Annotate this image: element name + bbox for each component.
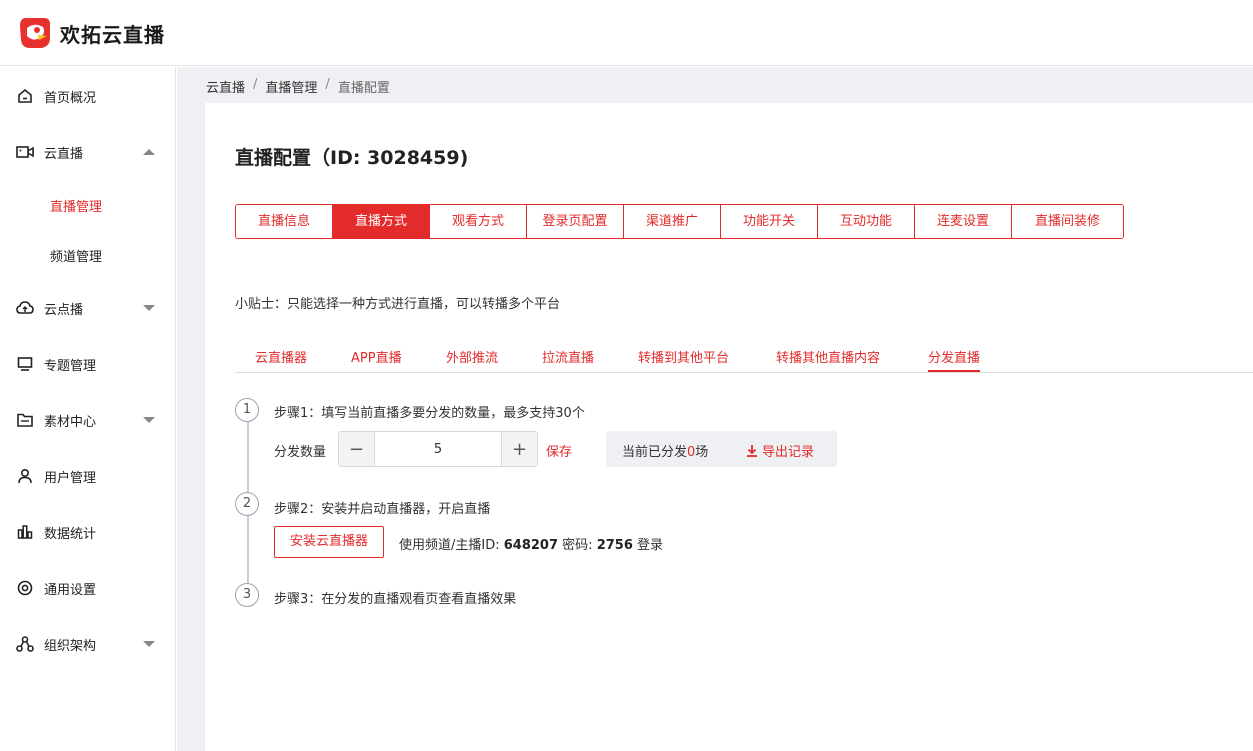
sidebar-item-cloud-live[interactable]: 云直播 — [0, 132, 176, 172]
cloud-upload-icon — [16, 299, 34, 317]
quantity-stepper: − + — [338, 431, 538, 467]
step-number: 1 — [235, 398, 259, 422]
subtab-app-live[interactable]: APP直播 — [351, 347, 402, 366]
sidebar-item-settings[interactable]: 通用设置 — [0, 568, 176, 608]
sidebar-item-label: 通用设置 — [44, 582, 97, 598]
step-title: 步骤2：安装并启动直播器，开启直播 — [274, 502, 491, 517]
tab-live-method[interactable]: 直播方式 — [333, 205, 430, 238]
login-info-prefix: 使用频道/主播ID: — [399, 538, 504, 553]
sidebar-item-label: 专题管理 — [44, 358, 97, 374]
login-credentials: 使用频道/主播ID: 648207 密码: 2756 登录 — [399, 534, 663, 553]
distribution-count-prefix: 当前已分发 — [622, 445, 688, 460]
download-icon — [747, 445, 757, 457]
breadcrumb-item-live-manage[interactable]: 直播管理 — [265, 77, 317, 96]
tab-interaction[interactable]: 互动功能 — [818, 205, 915, 238]
chevron-up-icon — [143, 149, 155, 155]
step-number: 2 — [235, 492, 259, 516]
app-name: 欢拓云直播 — [60, 22, 165, 47]
video-camera-icon — [16, 143, 34, 161]
subtab-relay-other-live[interactable]: 转播其他直播内容 — [776, 347, 880, 366]
export-records-label: 导出记录 — [762, 445, 815, 460]
sidebar-item-label: 素材中心 — [44, 414, 97, 430]
method-subtabs: 云直播器 APP直播 外部推流 拉流直播 转播到其他平台 转播其他直播内容 分发… — [235, 341, 1253, 373]
main-panel: 直播配置（ID: 3028459) 直播信息 直播方式 观看方式 登录页配置 渠… — [205, 103, 1253, 751]
export-records-button[interactable]: 导出记录 — [746, 441, 814, 460]
breadcrumb-item-current: 直播配置 — [337, 81, 390, 96]
org-chart-icon — [16, 635, 34, 653]
top-bar: 欢拓云直播 — [0, 0, 1253, 66]
tab-co-host[interactable]: 连麦设置 — [915, 205, 1012, 238]
sidebar-subitem-channel-manage[interactable]: 频道管理 — [0, 237, 176, 273]
breadcrumb: 云直播 / 直播管理 / 直播配置 — [206, 77, 390, 96]
folder-icon — [16, 411, 34, 429]
sidebar-item-home[interactable]: 首页概况 — [0, 76, 176, 116]
sidebar-item-users[interactable]: 用户管理 — [0, 456, 176, 496]
page-title: 直播配置（ID: 3028459) — [235, 147, 469, 169]
sidebar-item-topics[interactable]: 专题管理 — [0, 344, 176, 384]
chevron-down-icon — [143, 641, 155, 647]
save-button[interactable]: 保存 — [546, 441, 572, 460]
sidebar-item-stats[interactable]: 数据统计 — [0, 512, 176, 552]
sidebar-item-label: 数据统计 — [44, 526, 97, 542]
distribution-status-box: 当前已分发0场 导出记录 — [606, 431, 837, 467]
settings-icon — [16, 579, 34, 597]
subtab-cloud-broadcaster[interactable]: 云直播器 — [255, 347, 307, 366]
config-tabs: 直播信息 直播方式 观看方式 登录页配置 渠道推广 功能开关 互动功能 连麦设置… — [235, 204, 1124, 239]
sidebar-subitem-label: 直播管理 — [50, 199, 103, 215]
breadcrumb-separator: / — [325, 77, 330, 92]
step-title: 步骤1：填写当前直播多要分发的数量，最多支持30个 — [274, 406, 585, 421]
sidebar-item-label: 组织架构 — [44, 638, 97, 654]
monitor-icon — [16, 355, 34, 373]
bar-chart-icon — [16, 523, 34, 541]
logo[interactable]: 欢拓云直播 — [18, 16, 165, 50]
subtab-pull-stream[interactable]: 拉流直播 — [542, 347, 594, 366]
tip-text: 小贴士：只能选择一种方式进行直播，可以转播多个平台 — [235, 297, 561, 312]
sidebar-subitem-live-manage[interactable]: 直播管理 — [0, 187, 176, 223]
subtab-distribution-live[interactable]: 分发直播 — [928, 347, 981, 372]
content-gutter — [177, 67, 205, 751]
tab-live-info[interactable]: 直播信息 — [236, 205, 333, 238]
sidebar-item-label: 首页概况 — [44, 90, 97, 106]
sidebar-subitem-label: 频道管理 — [50, 249, 103, 265]
install-broadcaster-button[interactable]: 安装云直播器 — [274, 526, 384, 558]
sidebar-item-vod[interactable]: 云点播 — [0, 288, 176, 328]
sidebar-item-org[interactable]: 组织架构 — [0, 624, 176, 664]
chevron-down-icon — [143, 417, 155, 423]
home-icon — [16, 87, 34, 105]
tab-room-decor[interactable]: 直播间装修 — [1012, 205, 1123, 238]
sidebar-item-materials[interactable]: 素材中心 — [0, 400, 176, 440]
sidebar: 首页概况 云直播 直播管理 频道管理 云点播 专题管理 素材中心 用户管理 数据… — [0, 67, 176, 751]
breadcrumb-item-cloud-live[interactable]: 云直播 — [206, 77, 245, 96]
step-number: 3 — [235, 583, 259, 607]
tab-watch-method[interactable]: 观看方式 — [430, 205, 527, 238]
distribution-count-suffix: 场 — [695, 445, 709, 460]
chevron-down-icon — [143, 305, 155, 311]
login-suffix: 登录 — [632, 538, 664, 553]
tab-login-page[interactable]: 登录页配置 — [527, 205, 624, 238]
subtab-external-push[interactable]: 外部推流 — [446, 347, 498, 366]
breadcrumb-bar: 云直播 / 直播管理 / 直播配置 — [177, 67, 1253, 103]
breadcrumb-separator: / — [253, 77, 258, 92]
password-label: 密码: — [558, 538, 597, 553]
tab-channel-promo[interactable]: 渠道推广 — [624, 205, 721, 238]
sidebar-item-label: 云直播 — [44, 146, 84, 162]
decrement-button[interactable]: − — [339, 432, 375, 466]
tab-feature-switch[interactable]: 功能开关 — [721, 205, 818, 238]
quantity-label: 分发数量 — [274, 445, 327, 460]
user-icon — [16, 467, 34, 485]
logo-icon — [20, 18, 50, 48]
quantity-input[interactable] — [375, 432, 501, 466]
increment-button[interactable]: + — [501, 432, 537, 466]
step-title: 步骤3：在分发的直播观看页查看直播效果 — [274, 592, 517, 607]
sidebar-item-label: 云点播 — [44, 302, 84, 318]
password-value: 2756 — [596, 538, 633, 553]
sidebar-item-label: 用户管理 — [44, 470, 97, 486]
channel-id-value: 648207 — [503, 538, 559, 553]
subtab-relay-to-platform[interactable]: 转播到其他平台 — [638, 347, 729, 366]
distribution-count: 当前已分发0场 — [622, 441, 708, 460]
